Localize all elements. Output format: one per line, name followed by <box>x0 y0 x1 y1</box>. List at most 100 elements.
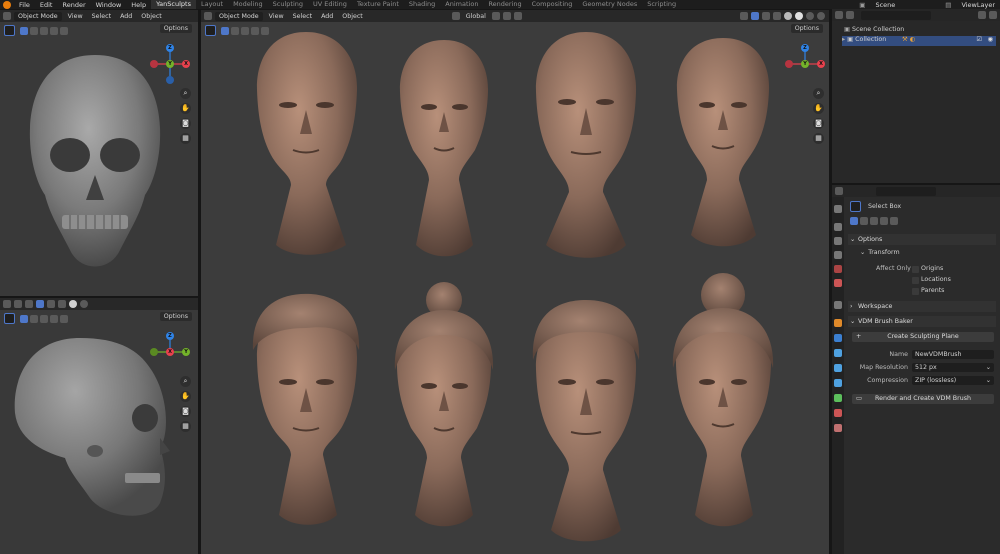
menu-window[interactable]: Window <box>91 1 127 9</box>
menu-help[interactable]: Help <box>126 1 151 9</box>
options-dropdown[interactable]: Options <box>159 312 192 321</box>
mode-extend-icon[interactable] <box>30 315 38 323</box>
grid-icon[interactable]: ▦ <box>180 133 191 144</box>
tab-uv-editing[interactable]: UV Editing <box>308 0 352 9</box>
outliner-scene-collection[interactable]: ▣ Scene Collection <box>844 26 904 33</box>
tab-yansculpts[interactable]: YanSculpts <box>151 0 196 9</box>
tab-shading[interactable]: Shading <box>404 0 440 9</box>
mode-invert-icon[interactable] <box>880 217 888 225</box>
new-collection-icon[interactable] <box>989 11 997 19</box>
viewport-skull-side[interactable]: Options Z Y X ⌕ ✋ ◙ ▦ <box>0 298 198 554</box>
tab-scripting[interactable]: Scripting <box>642 0 681 9</box>
zoom-icon[interactable]: ⌕ <box>180 376 191 387</box>
blender-logo-icon[interactable] <box>3 0 11 9</box>
select-box-tool-icon[interactable] <box>850 201 861 212</box>
mode-extend-icon[interactable] <box>860 217 868 225</box>
tab-animation[interactable]: Animation <box>440 0 483 9</box>
xray-icon[interactable] <box>58 300 66 308</box>
mode-invert-icon[interactable] <box>50 27 58 35</box>
mode-intersect-icon[interactable] <box>60 27 68 35</box>
skull-front-model[interactable] <box>20 50 170 280</box>
exclude-checkbox-icon[interactable]: ☑ <box>976 36 982 43</box>
display-mode-icon[interactable] <box>846 11 854 19</box>
workspace-panel-header[interactable]: › Workspace <box>848 301 996 312</box>
head-male-1[interactable] <box>256 32 358 255</box>
tab-compositing[interactable]: Compositing <box>527 0 578 9</box>
data-tab-icon[interactable] <box>834 394 842 402</box>
mode-subtract-icon[interactable] <box>40 315 48 323</box>
physics-tab-icon[interactable] <box>834 364 842 372</box>
particles-tab-icon[interactable] <box>834 349 842 357</box>
constraints-tab-icon[interactable] <box>834 379 842 387</box>
texture-tab-icon[interactable] <box>834 424 842 432</box>
mode-intersect-icon[interactable] <box>60 315 68 323</box>
mode-subtract-icon[interactable] <box>40 27 48 35</box>
mode-new-icon[interactable] <box>850 217 858 225</box>
visibility-eye-icon[interactable]: ◉ <box>988 36 994 43</box>
solid-shading-icon[interactable] <box>69 300 77 308</box>
tab-geometry-nodes[interactable]: Geometry Nodes <box>577 0 642 9</box>
menu-edit[interactable]: Edit <box>35 1 58 9</box>
mode-intersect-icon[interactable] <box>890 217 898 225</box>
vdm-brush-baker-header[interactable]: ⌄ VDM Brush Baker <box>848 316 996 327</box>
gizmo-toggle-icon[interactable] <box>36 300 44 308</box>
camera-icon[interactable]: ◙ <box>180 118 191 129</box>
brush-name-field[interactable]: NewVDMBrush <box>912 350 994 359</box>
snap-icon[interactable] <box>25 300 33 308</box>
properties-search-input[interactable] <box>876 186 936 196</box>
select-tool-icon[interactable] <box>4 25 15 36</box>
menu-file[interactable]: File <box>14 1 35 9</box>
viewport-main[interactable]: Object Mode View Select Add Object Globa… <box>201 10 829 554</box>
grid-icon[interactable]: ▦ <box>180 421 191 432</box>
transform-subpanel-header[interactable]: ⌄ Transform <box>860 249 900 256</box>
mode-invert-icon[interactable] <box>50 315 58 323</box>
options-panel-header[interactable]: ⌄ Options <box>848 234 996 245</box>
outliner-collection-row[interactable]: ▸ ▣ Collection ⚒ ◐ ☑ ◉ <box>842 36 996 46</box>
pan-hand-icon[interactable]: ✋ <box>180 391 191 402</box>
tool-tab-icon[interactable] <box>834 205 842 213</box>
head-female-bun-1[interactable] <box>394 282 494 527</box>
outliner-search-input[interactable] <box>861 10 931 20</box>
filter-icon[interactable] <box>978 11 986 19</box>
options-dropdown[interactable]: Options <box>159 24 192 33</box>
origins-checkbox[interactable] <box>912 266 919 273</box>
mode-subtract-icon[interactable] <box>870 217 878 225</box>
tab-rendering[interactable]: Rendering <box>483 0 526 9</box>
render-create-vdm-button[interactable]: ▭ Render and Create VDM Brush <box>852 394 994 404</box>
world-tab-icon[interactable] <box>834 279 842 287</box>
editor-type-icon[interactable] <box>835 11 843 19</box>
select-tool-icon[interactable] <box>4 313 15 324</box>
tab-modeling[interactable]: Modeling <box>228 0 268 9</box>
view-layer-tab-icon[interactable] <box>834 251 842 259</box>
menu-add[interactable]: Add <box>117 13 135 20</box>
tab-texture-paint[interactable]: Texture Paint <box>352 0 404 9</box>
head-male-hair-2[interactable] <box>532 300 640 542</box>
tab-layout[interactable]: Layout <box>196 0 228 9</box>
mode-new-icon[interactable] <box>20 27 28 35</box>
scene-tab-icon[interactable] <box>834 265 842 273</box>
editor-type-icon[interactable] <box>835 187 843 195</box>
menu-object[interactable]: Object <box>138 13 165 20</box>
render-tab-icon[interactable] <box>834 223 842 231</box>
editor-type-icon[interactable] <box>3 12 11 20</box>
head-male-2[interactable] <box>535 32 637 258</box>
head-female-2[interactable] <box>676 38 770 247</box>
gizmo-y-icon[interactable]: Y <box>182 348 190 356</box>
mode-dropdown[interactable]: Object Mode <box>14 11 62 21</box>
modifier-tab-icon[interactable] <box>834 334 842 342</box>
gizmo-x-icon[interactable]: X <box>182 60 190 68</box>
overlay-icon[interactable] <box>47 300 55 308</box>
menu-view[interactable]: View <box>65 13 86 20</box>
material-shading-icon[interactable] <box>80 300 88 308</box>
view-layer-name[interactable]: ViewLayer <box>956 1 1000 9</box>
create-sculpting-plane-button[interactable]: + Create Sculpting Plane <box>852 332 994 342</box>
menu-render[interactable]: Render <box>57 1 90 9</box>
object-tab-icon[interactable] <box>834 319 842 327</box>
scene-name[interactable]: Scene <box>870 1 900 9</box>
zoom-icon[interactable]: ⌕ <box>180 88 191 99</box>
camera-icon[interactable]: ◙ <box>180 406 191 417</box>
mode-extend-icon[interactable] <box>30 27 38 35</box>
map-resolution-dropdown[interactable]: 512 px ⌄ <box>912 363 994 372</box>
pan-hand-icon[interactable]: ✋ <box>180 103 191 114</box>
material-tab-icon[interactable] <box>834 409 842 417</box>
